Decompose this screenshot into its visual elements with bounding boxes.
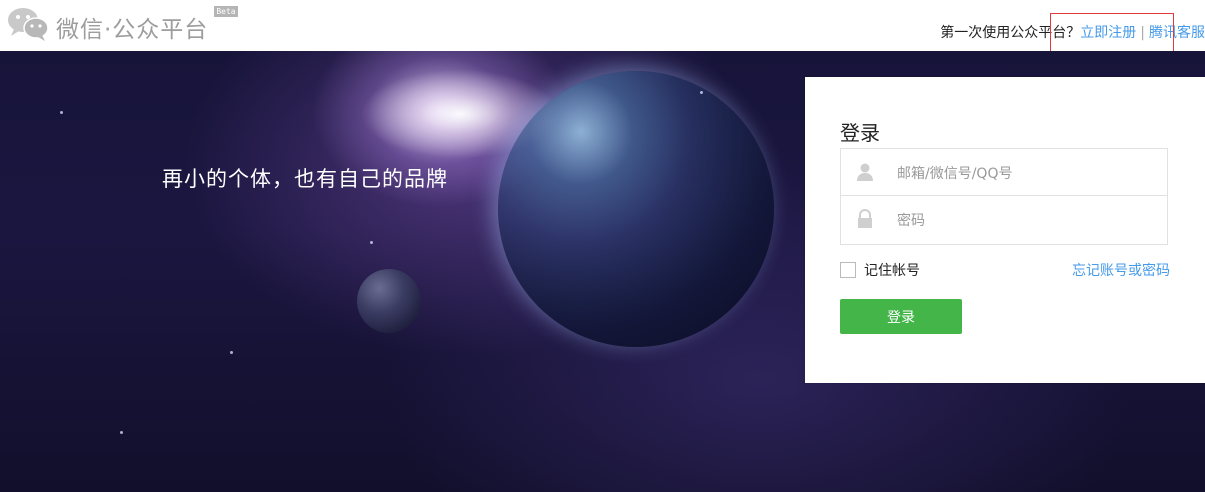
top-nav: 第一次使用公众平台？立即注册 | 腾讯客服 (940, 22, 1205, 42)
login-panel: 登录 记住帐号 忘记账号或密码 登录 (805, 77, 1205, 383)
username-input[interactable] (895, 161, 1159, 187)
password-input[interactable] (895, 208, 1159, 234)
star (700, 91, 703, 94)
user-icon (857, 163, 873, 181)
remember-account[interactable]: 记住帐号 (840, 260, 920, 280)
beta-badge: Beta (214, 6, 238, 17)
large-planet (498, 71, 774, 347)
nav-separator: | (1140, 25, 1145, 41)
star (60, 111, 63, 114)
banner-slogan: 再小的个体，也有自己的品牌 (162, 167, 448, 191)
login-title: 登录 (840, 121, 880, 145)
star (370, 241, 373, 244)
password-field (840, 196, 1168, 245)
tencent-service-link[interactable]: 腾讯客服 (1149, 25, 1205, 41)
remember-label: 记住帐号 (864, 263, 920, 279)
logo[interactable]: 微信·公众平台 Beta (6, 6, 238, 43)
small-planet (357, 269, 421, 333)
top-header: 微信·公众平台 Beta 第一次使用公众平台？立即注册 | 腾讯客服 (0, 0, 1205, 51)
star (230, 351, 233, 354)
lock-icon (858, 209, 872, 228)
wechat-logo-icon (8, 8, 49, 41)
forgot-account-link[interactable]: 忘记账号或密码 (1072, 260, 1170, 280)
username-field (840, 148, 1168, 196)
login-button[interactable]: 登录 (840, 299, 962, 334)
register-link[interactable]: 立即注册 (1080, 25, 1136, 41)
remember-checkbox[interactable] (840, 262, 856, 278)
first-time-text: 第一次使用公众平台？ (940, 25, 1081, 41)
star (120, 431, 123, 434)
logo-text: 微信·公众平台 (56, 17, 209, 43)
